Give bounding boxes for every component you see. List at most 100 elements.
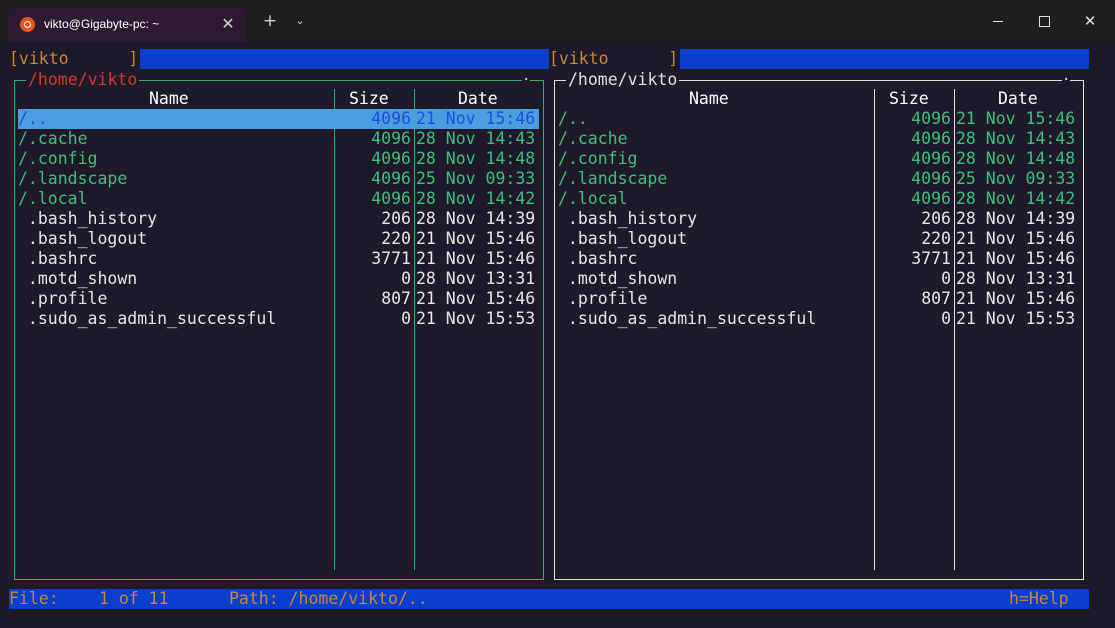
file-name-cell: .sudo_as_admin_successful [558, 309, 817, 328]
file-date-cell: 21 Nov 15:53 [956, 309, 1076, 328]
tab-dropdown-chevron-icon[interactable]: ⌄ [289, 9, 311, 33]
file-date-cell: 25 Nov 09:33 [416, 169, 536, 188]
file-row[interactable]: .sudo_as_admin_successful 0 21 Nov 15:53 [558, 309, 1079, 329]
maximize-icon [1038, 16, 1050, 27]
directory-row[interactable]: /.cache 4096 28 Nov 14:43 [18, 129, 539, 149]
file-size-cell: 206 [381, 209, 411, 228]
right-header-name[interactable]: Name [689, 89, 729, 109]
file-size-cell: 4096 [371, 169, 411, 188]
left-file-panel[interactable]: /home/vikto · Name Size Date /.. 4096 21 N… [14, 70, 544, 580]
ubuntu-icon [20, 17, 35, 32]
left-command-prompt: [vikto ] [9, 49, 139, 68]
file-size-cell: 4096 [911, 169, 951, 188]
file-name-cell: /.. [18, 109, 48, 128]
directory-row[interactable]: /.landscape 4096 25 Nov 09:33 [18, 169, 539, 189]
file-row[interactable]: .bash_history 206 28 Nov 14:39 [558, 209, 1079, 229]
status-path: Path: /home/vikto/.. [229, 589, 428, 608]
file-row[interactable]: .motd_shown 0 28 Nov 13:31 [558, 269, 1079, 289]
directory-row[interactable]: /.config 4096 28 Nov 14:48 [18, 149, 539, 169]
file-row[interactable]: .sudo_as_admin_successful 0 21 Nov 15:53 [18, 309, 539, 329]
file-name-cell: .motd_shown [18, 269, 138, 288]
file-name-cell: .bash_logout [558, 229, 688, 248]
file-size-cell: 4096 [911, 149, 951, 168]
close-window-button[interactable]: ✕ [1067, 4, 1113, 38]
left-header-size[interactable]: Size [349, 89, 389, 109]
status-help-hint[interactable]: h=Help [1009, 589, 1069, 609]
file-row[interactable]: .motd_shown 0 28 Nov 13:31 [18, 269, 539, 289]
right-panel-marker: · [1062, 70, 1071, 90]
directory-row[interactable]: /.local 4096 28 Nov 14:42 [18, 189, 539, 209]
file-date-cell: 28 Nov 14:48 [956, 149, 1076, 168]
file-size-cell: 3771 [371, 249, 411, 268]
right-panel-title: /home/vikto [566, 70, 680, 90]
file-size-cell: 0 [941, 309, 951, 328]
file-date-cell: 21 Nov 15:46 [416, 229, 536, 248]
file-row[interactable]: .profile 807 21 Nov 15:46 [18, 289, 539, 309]
left-command-input[interactable] [140, 49, 549, 69]
file-date-cell: 28 Nov 14:48 [416, 149, 536, 168]
file-size-cell: 3771 [911, 249, 951, 268]
directory-row[interactable]: /.cache 4096 28 Nov 14:43 [558, 129, 1079, 149]
right-header-size[interactable]: Size [889, 89, 929, 109]
directory-row[interactable]: /.. 4096 21 Nov 15:46 [18, 109, 539, 129]
file-date-cell: 28 Nov 14:42 [416, 189, 536, 208]
file-name-cell: /.landscape [18, 169, 128, 188]
right-command-prompt: [vikto ] [549, 49, 679, 68]
file-name-cell: /.local [18, 189, 88, 208]
new-tab-button[interactable]: + [258, 9, 282, 33]
file-row[interactable]: .bash_logout 220 21 Nov 15:46 [18, 229, 539, 249]
file-date-cell: 21 Nov 15:46 [416, 109, 536, 128]
directory-row[interactable]: /.config 4096 28 Nov 14:48 [558, 149, 1079, 169]
directory-row[interactable]: /.. 4096 21 Nov 15:46 [558, 109, 1079, 129]
file-name-cell: .bashrc [558, 249, 638, 268]
file-size-cell: 807 [921, 289, 951, 308]
terminal-area[interactable]: [vikto ] [vikto ] /home/vikto · Name Siz… [0, 42, 1115, 628]
minimize-button[interactable] [975, 4, 1021, 38]
left-header-name[interactable]: Name [149, 89, 189, 109]
file-name-cell: /.local [558, 189, 628, 208]
file-size-cell: 4096 [371, 109, 411, 128]
file-name-cell: .bash_logout [18, 229, 148, 248]
file-date-cell: 21 Nov 15:46 [416, 289, 536, 308]
file-row[interactable]: .bashrc 3771 21 Nov 15:46 [18, 249, 539, 269]
file-date-cell: 28 Nov 14:39 [956, 209, 1076, 228]
status-bar: File: 1 of 11 Path: /home/vikto/.. h=Hel… [9, 589, 1089, 609]
file-date-cell: 21 Nov 15:46 [416, 249, 536, 268]
directory-row[interactable]: /.local 4096 28 Nov 14:42 [558, 189, 1079, 209]
maximize-button[interactable] [1021, 4, 1067, 38]
file-name-cell: /.landscape [558, 169, 668, 188]
minimize-icon [993, 21, 1003, 22]
directory-row[interactable]: /.landscape 4096 25 Nov 09:33 [558, 169, 1079, 189]
file-row[interactable]: .profile 807 21 Nov 15:46 [558, 289, 1079, 309]
file-size-cell: 807 [381, 289, 411, 308]
left-header-date[interactable]: Date [458, 89, 498, 109]
file-size-cell: 206 [921, 209, 951, 228]
file-size-cell: 4096 [911, 109, 951, 128]
right-header-date[interactable]: Date [998, 89, 1038, 109]
file-size-cell: 4096 [911, 189, 951, 208]
file-size-cell: 0 [401, 269, 411, 288]
file-date-cell: 28 Nov 14:43 [416, 129, 536, 148]
file-row[interactable]: .bash_history 206 28 Nov 14:39 [18, 209, 539, 229]
file-size-cell: 4096 [371, 189, 411, 208]
file-name-cell: .bash_history [18, 209, 158, 228]
file-row[interactable]: .bashrc 3771 21 Nov 15:46 [558, 249, 1079, 269]
file-name-cell: .bashrc [18, 249, 98, 268]
right-file-panel[interactable]: /home/vikto · Name Size Date /.. 4096 21 N… [554, 70, 1084, 580]
file-name-cell: .sudo_as_admin_successful [18, 309, 277, 328]
right-command-line[interactable]: [vikto ] [549, 49, 1089, 69]
left-panel-marker: · [522, 70, 531, 90]
left-command-line[interactable]: [vikto ] [9, 49, 549, 69]
right-command-input[interactable] [680, 49, 1089, 69]
tab-close-icon[interactable]: ✕ [218, 12, 238, 36]
file-name-cell: /.. [558, 109, 588, 128]
file-size-cell: 4096 [371, 129, 411, 148]
terminal-tab[interactable]: vikto@Gigabyte-pc: ~ ✕ [8, 8, 246, 42]
file-size-cell: 4096 [911, 129, 951, 148]
file-name-cell: .profile [18, 289, 108, 308]
title-bar: vikto@Gigabyte-pc: ~ ✕ + ⌄ ✕ [0, 0, 1115, 42]
file-row[interactable]: .bash_logout 220 21 Nov 15:46 [558, 229, 1079, 249]
file-name-cell: /.config [18, 149, 98, 168]
left-panel-title: /home/vikto [26, 70, 140, 90]
file-size-cell: 220 [381, 229, 411, 248]
